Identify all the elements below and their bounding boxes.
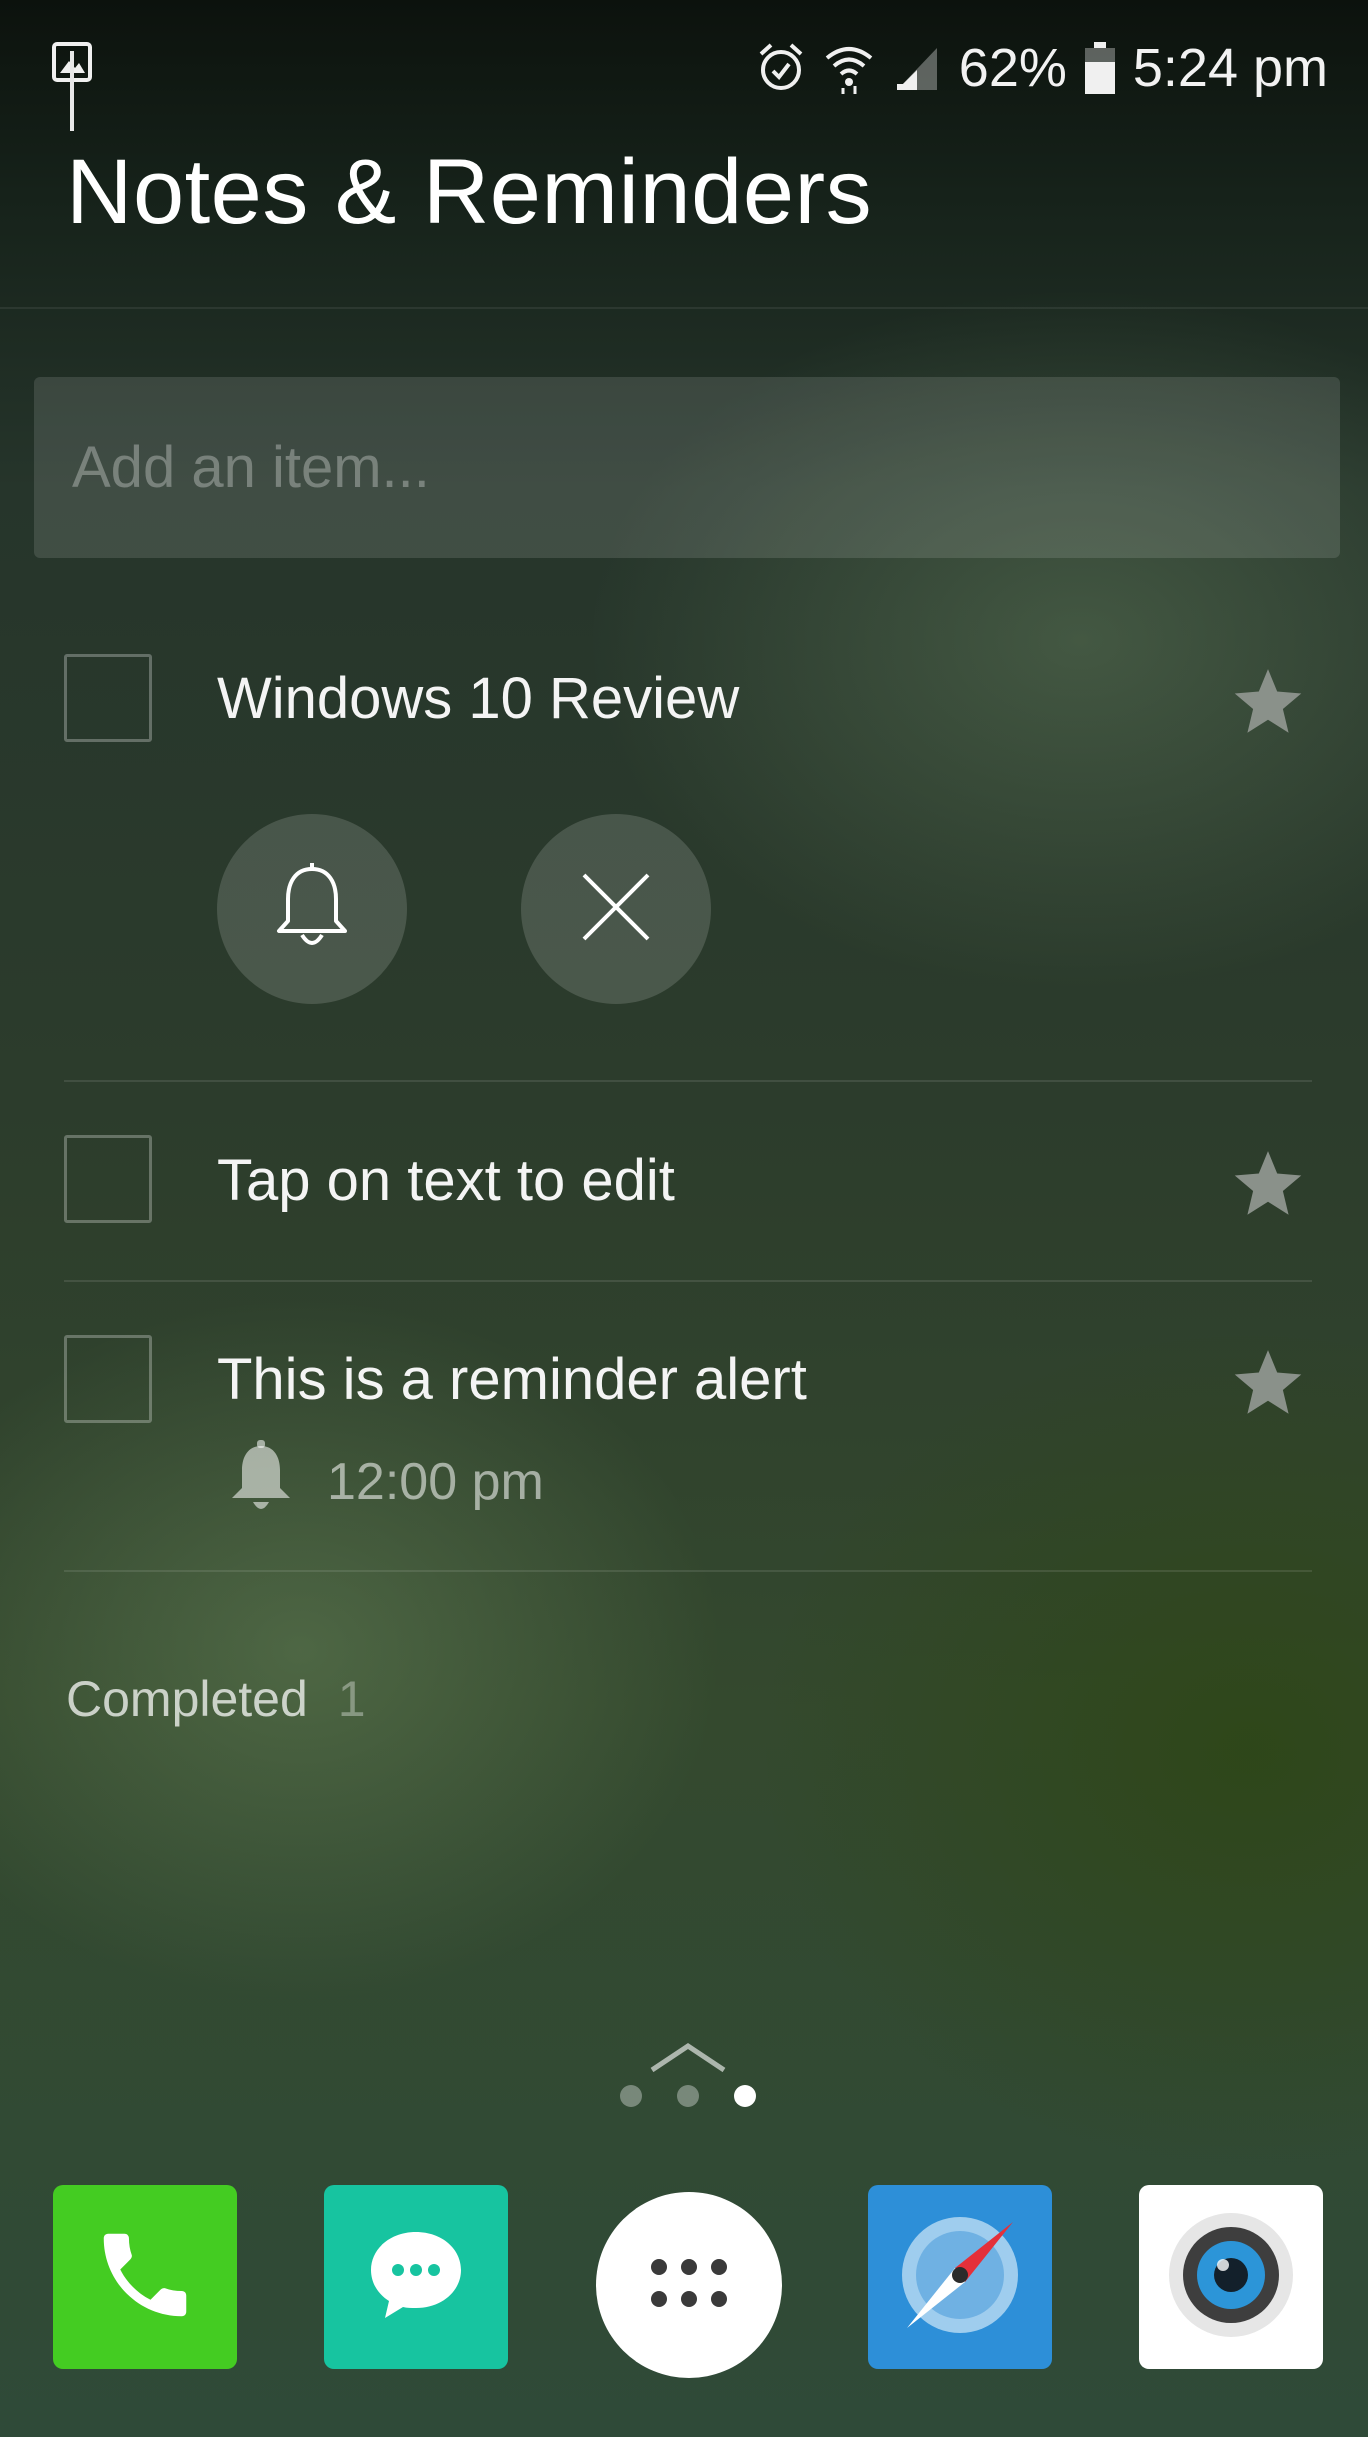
chat-icon [361,2220,471,2335]
phone-app-button[interactable] [53,2185,237,2369]
messages-app-button[interactable] [324,2185,508,2369]
page-dot[interactable] [677,2085,699,2107]
task-text-3[interactable]: This is a reminder alert [217,1346,807,1413]
set-reminder-button[interactable] [217,814,407,1004]
task-checkbox-2[interactable] [64,1135,152,1223]
battery-percent: 62% [958,38,1067,98]
completed-section-toggle[interactable]: Completed 1 [66,1670,366,1728]
task-divider [64,1570,1312,1572]
delete-task-button[interactable] [521,814,711,1004]
close-icon [576,867,656,952]
signal-icon [893,44,941,92]
alarm-icon [757,42,805,94]
page-dot[interactable] [620,2085,642,2107]
bell-outline-icon [267,859,357,960]
add-item-container [34,377,1340,558]
clock: 5:24 pm [1132,38,1328,98]
app-drawer-button[interactable] [596,2192,782,2378]
page-title: Notes & Reminders [66,141,873,243]
task-divider [64,1080,1312,1082]
star-icon[interactable] [1230,1146,1306,1222]
task-checkbox-3[interactable] [64,1335,152,1423]
app-drawer-icon [644,2253,734,2318]
phone-icon [90,2220,200,2335]
star-icon[interactable] [1230,1345,1306,1421]
header-divider [0,307,1368,309]
status-bar: 62% 5:24 pm [0,0,1368,135]
star-icon[interactable] [1230,664,1306,740]
wifi-icon [823,42,875,94]
chevron-up-icon[interactable] [648,2040,728,2079]
task-checkbox-1[interactable] [64,654,152,742]
battery-icon [1084,42,1115,94]
compass-icon [885,2200,1035,2355]
task-divider [64,1280,1312,1282]
bell-icon [226,1440,296,1523]
browser-app-button[interactable] [868,2185,1052,2369]
camera-app-button[interactable] [1139,2185,1323,2369]
completed-count: 1 [337,1671,366,1727]
completed-label: Completed [66,1671,308,1727]
camera-icon [1161,2205,1301,2350]
page-dot-active[interactable] [734,2085,756,2107]
task-text-2[interactable]: Tap on text to edit [217,1147,675,1214]
text-cursor [70,51,74,131]
add-item-input[interactable] [34,377,1340,558]
reminder-time: 12:00 pm [327,1453,544,1511]
status-icons: 62% 5:24 pm [757,28,1328,108]
task-text-1[interactable]: Windows 10 Review [217,665,739,732]
